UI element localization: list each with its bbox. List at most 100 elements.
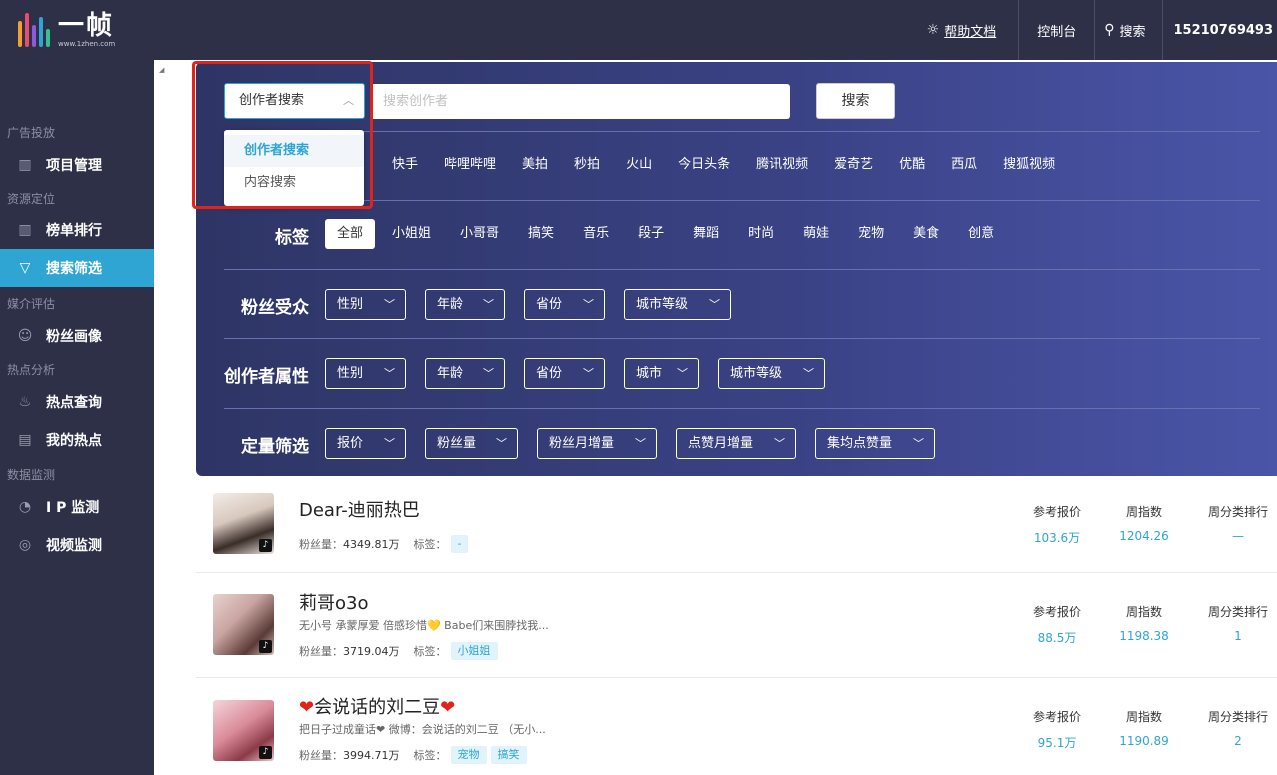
creator-name[interactable]: ❤会说话的刘二豆❤: [299, 693, 455, 719]
chevron-down-icon: ﹀: [483, 298, 494, 311]
tiktok-icon: ♪: [259, 640, 272, 653]
creator-description: 无小号 承蒙厚爱 倍感珍惜💛 Babe们来围脖找我...: [299, 619, 549, 632]
tag-chip[interactable]: 全部: [325, 219, 376, 249]
fans-count-dropdown[interactable]: 粉丝量 ﹀: [425, 428, 518, 459]
likes-monthly-growth-dropdown[interactable]: 点赞月增量 ﹀: [676, 428, 796, 459]
console-link[interactable]: 控制台: [1018, 0, 1094, 60]
fans-count: 3719.04万: [343, 645, 400, 658]
search-input[interactable]: [370, 84, 790, 119]
platform-chip[interactable]: 西瓜: [938, 150, 990, 180]
creator-city-tier-dropdown[interactable]: 城市等级 ﹀: [718, 358, 825, 389]
tag-chip[interactable]: 舞蹈: [681, 219, 731, 249]
heart-icon: ❤: [440, 697, 456, 718]
avatar[interactable]: ♪: [213, 493, 274, 554]
fans-monthly-growth-dropdown[interactable]: 粉丝月增量 ﹀: [537, 428, 657, 459]
divider: [224, 131, 1260, 132]
sidebar-item-rankings[interactable]: ▥ 榜单排行: [0, 211, 154, 249]
result-row[interactable]: ♪ 莉哥o3o 无小号 承蒙厚爱 倍感珍惜💛 Babe们来围脖找我... 粉丝量…: [196, 573, 1277, 678]
chevron-down-icon: ﹀: [709, 298, 720, 311]
avg-likes-dropdown[interactable]: 集均点赞量 ﹀: [815, 428, 935, 459]
platform-chip[interactable]: 快手: [376, 150, 431, 180]
tag-chip[interactable]: 小姐姐: [380, 219, 443, 249]
tags-label: 标签: [275, 228, 309, 248]
avatar[interactable]: ♪: [213, 594, 274, 655]
lightbulb-icon: ☼: [926, 22, 940, 38]
user-account[interactable]: 15210769493: [1161, 0, 1277, 60]
video-monitor-icon: ◎: [18, 537, 32, 553]
search-button[interactable]: 搜索: [816, 83, 895, 119]
tag-chip[interactable]: 时尚: [736, 219, 786, 249]
tag-badge: 搞笑: [490, 746, 527, 764]
sidebar-item-search-filter[interactable]: ▽ 搜索筛选: [0, 249, 154, 287]
result-row[interactable]: ♪ Dear-迪丽热巴 粉丝量： 4349.81万 标签： - 参考报价 103.…: [196, 477, 1277, 573]
sidebar-item-ip-monitor[interactable]: ◔ I P 监测: [0, 488, 154, 526]
sidebar-item-fan-profile[interactable]: ☺ 粉丝画像: [0, 317, 154, 355]
sidebar-item-my-hotspots[interactable]: ▤ 我的热点: [0, 421, 154, 459]
fan-age-dropdown[interactable]: 年龄 ﹀: [425, 289, 505, 320]
tag-chip[interactable]: 宠物: [846, 219, 896, 249]
platform-chip[interactable]: 哔哩哔哩: [431, 150, 509, 180]
top-search-button[interactable]: ⚲ 搜索: [1094, 0, 1161, 60]
logo-bars-icon: [18, 13, 50, 47]
platform-chip[interactable]: 搜狐视频: [990, 150, 1068, 180]
platform-chip[interactable]: 腾讯视频: [743, 150, 821, 180]
result-row[interactable]: ♪ ❤会说话的刘二豆❤ 把日子过成童话❤ 微博：会说话的刘二豆 （无小... 粉…: [196, 678, 1277, 775]
flame-icon: ♨: [18, 394, 32, 410]
tag-chip[interactable]: 萌娃: [791, 219, 841, 249]
fan-city-tier-dropdown[interactable]: 城市等级 ﹀: [624, 289, 731, 320]
creator-description: 把日子过成童话❤ 微博：会说话的刘二豆 （无小...: [299, 723, 546, 736]
avatar[interactable]: ♪: [213, 700, 274, 761]
fan-gender-dropdown[interactable]: 性别 ﹀: [325, 289, 406, 320]
bar-chart-icon: ▥: [18, 222, 32, 238]
sidebar-item-video-monitor[interactable]: ◎ 视频监测: [0, 526, 154, 564]
chevron-down-icon: ﹀: [583, 367, 594, 380]
chevron-down-icon: ﹀: [635, 437, 646, 450]
platform-chip[interactable]: 秒拍: [561, 150, 613, 180]
chevron-down-icon: ﹀: [384, 437, 395, 450]
sidebar-item-project-management[interactable]: ▥ 项目管理: [0, 146, 154, 184]
platform-chip[interactable]: 美拍: [509, 150, 561, 180]
help-docs-link[interactable]: ☼ 帮助文档: [909, 0, 1019, 60]
document-icon: ▤: [18, 432, 32, 448]
scroll-up-arrow-icon[interactable]: ◢: [159, 66, 164, 74]
sidebar-group-resources: 资源定位: [7, 192, 56, 206]
fan-province-dropdown[interactable]: 省份 ﹀: [524, 289, 605, 320]
brand-logo[interactable]: 一帧 www.1zhen.com: [18, 10, 115, 50]
creator-meta: 粉丝量： 3994.71万 标签： 宠物 搞笑: [299, 746, 527, 764]
platform-chip[interactable]: 今日头条: [665, 150, 743, 180]
price-stat: 参考报价 88.5万: [1032, 605, 1081, 645]
creator-province-dropdown[interactable]: 省份 ﹀: [524, 358, 605, 389]
tag-badge: 小姐姐: [450, 642, 498, 660]
tag-chip[interactable]: 音乐: [571, 219, 621, 249]
tag-chip[interactable]: 美食: [901, 219, 951, 249]
tag-chip[interactable]: 搞笑: [516, 219, 566, 249]
chevron-down-icon: ﹀: [803, 367, 814, 380]
fans-count: 3994.71万: [343, 749, 400, 762]
tag-chip[interactable]: 段子: [626, 219, 676, 249]
platform-row: 快手 哔哩哔哩 美拍 秒拍 火山 今日头条 腾讯视频 爱奇艺 优酷 西瓜 搜狐视…: [376, 148, 1068, 182]
sidebar-group-monitoring: 数据监测: [7, 468, 56, 482]
price-dropdown[interactable]: 报价 ﹀: [325, 428, 406, 459]
tags-row: 全部 小姐姐 小哥哥 搞笑 音乐 段子 舞蹈 时尚 萌娃 宠物 美食 创意: [325, 219, 1006, 249]
tag-chip[interactable]: 小哥哥: [448, 219, 511, 249]
bar-chart-icon: ▥: [18, 157, 32, 173]
quantitative-filters: 报价 ﹀ 粉丝量 ﹀ 粉丝月增量 ﹀ 点赞月增量 ﹀ 集均点赞量 ﹀: [325, 428, 954, 459]
highlight-frame: [192, 61, 373, 209]
creator-meta: 粉丝量： 3719.04万 标签： 小姐姐: [299, 642, 498, 660]
chevron-down-icon: ﹀: [496, 437, 507, 450]
creator-name[interactable]: 莉哥o3o: [299, 589, 368, 615]
creator-gender-dropdown[interactable]: 性别 ﹀: [325, 358, 406, 389]
chevron-down-icon: ﹀: [913, 437, 924, 450]
platform-chip[interactable]: 火山: [613, 150, 665, 180]
tag-chip[interactable]: 创意: [956, 219, 1006, 249]
creator-name[interactable]: Dear-迪丽热巴: [299, 496, 420, 522]
chevron-down-icon: ﹀: [483, 367, 494, 380]
creator-age-dropdown[interactable]: 年龄 ﹀: [425, 358, 505, 389]
sidebar-item-hotspot-query[interactable]: ♨ 热点查询: [0, 383, 154, 421]
creator-city-dropdown[interactable]: 城市 ﹀: [624, 358, 699, 389]
top-bar: 一帧 www.1zhen.com ☼ 帮助文档 控制台 ⚲ 搜索 1521076…: [0, 0, 1277, 60]
fan-audience-filters: 性别 ﹀ 年龄 ﹀ 省份 ﹀ 城市等级 ﹀: [325, 289, 750, 320]
platform-chip[interactable]: 爱奇艺: [821, 150, 886, 180]
platform-chip[interactable]: 优酷: [886, 150, 938, 180]
price-stat: 参考报价 95.1万: [1032, 710, 1081, 750]
